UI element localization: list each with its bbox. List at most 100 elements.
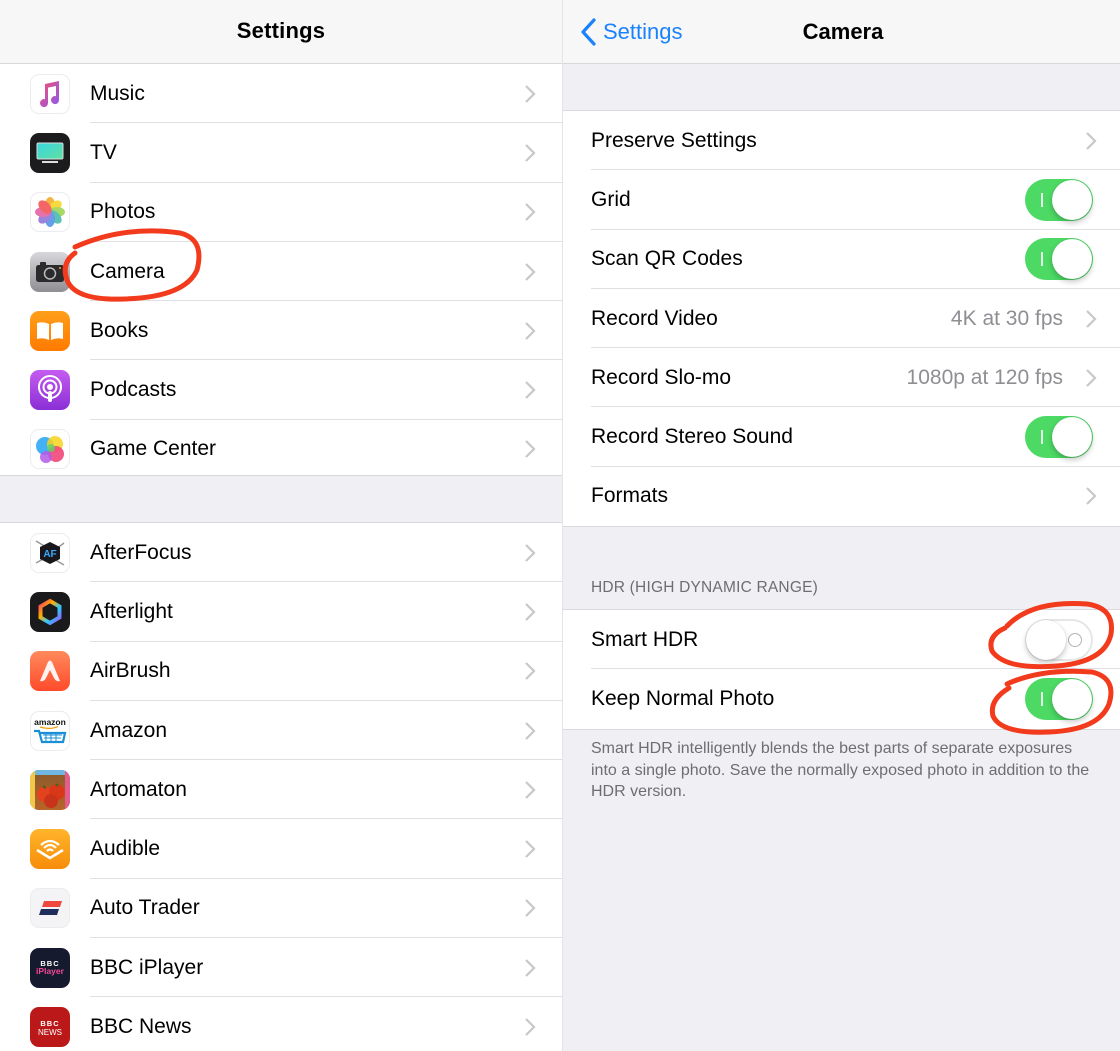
camera-options-group: Preserve Settings Grid Scan QR Codes Rec…: [563, 110, 1120, 528]
settings-row-camera[interactable]: Camera: [0, 242, 562, 302]
row-label: Formats: [591, 484, 669, 508]
settings-title: Settings: [236, 17, 326, 43]
tv-icon: [30, 132, 70, 173]
chevron-right-icon: [525, 203, 536, 222]
row-label: TV: [90, 140, 117, 164]
record-video-row[interactable]: Record Video 4K at 30 fps: [563, 289, 1120, 349]
chevron-right-icon: [525, 381, 536, 399]
row-label: Amazon: [90, 718, 168, 742]
record-stereo-sound-row: Record Stereo Sound: [563, 407, 1120, 467]
chevron-right-icon: [1086, 369, 1097, 387]
settings-row-amazon[interactable]: amazon Amazon: [0, 701, 562, 761]
settings-row-afterlight[interactable]: Afterlight: [0, 582, 562, 642]
row-label: Music: [90, 81, 145, 105]
settings-navbar: Settings: [0, 0, 562, 64]
bbc-news-icon: BBC NEWS: [30, 1007, 70, 1048]
svg-text:AF: AF: [43, 549, 56, 560]
settings-row-game-center[interactable]: Game Center: [0, 420, 562, 479]
svg-text:amazon: amazon: [34, 717, 66, 727]
toggle-on-mark: [1041, 691, 1043, 706]
row-label: Keep Normal Photo: [591, 686, 775, 710]
smart-hdr-row: Smart HDR: [563, 610, 1120, 670]
hdr-section-header: HDR (HIGH DYNAMIC RANGE): [591, 579, 818, 596]
settings-row-audible[interactable]: Audible: [0, 819, 562, 879]
row-label: Scan QR Codes: [591, 247, 743, 271]
row-label: Record Video: [591, 306, 718, 330]
camera-navbar: Settings Camera: [563, 0, 1120, 64]
toggle-knob: [1052, 417, 1092, 458]
music-icon: [30, 73, 70, 114]
chevron-right-icon: [525, 781, 536, 799]
toggle-on-mark: [1041, 430, 1043, 445]
toggle-off-mark: [1068, 632, 1082, 647]
grid-toggle[interactable]: [1025, 178, 1093, 221]
row-label: Record Stereo Sound: [591, 425, 793, 449]
hdr-options-group: Smart HDR Keep Normal Photo: [563, 609, 1120, 730]
chevron-right-icon: [525, 322, 536, 340]
toggle-on-mark: [1041, 252, 1043, 267]
row-label: Photos: [90, 200, 156, 224]
chevron-right-icon: [1086, 131, 1097, 150]
row-label: Camera: [90, 259, 165, 283]
camera-title-text: Camera: [802, 19, 884, 44]
row-label: Preserve Settings: [591, 128, 757, 152]
settings-row-airbrush[interactable]: AirBrush: [0, 642, 562, 701]
settings-row-tv[interactable]: TV: [0, 123, 562, 183]
hdr-footer-note: Smart HDR intelligently blends the best …: [591, 740, 1090, 800]
row-label: Smart HDR: [591, 627, 699, 651]
toggle-knob: [1052, 678, 1092, 719]
toggle-knob: [1052, 179, 1092, 220]
svg-text:NEWS: NEWS: [38, 1028, 62, 1037]
svg-text:iPlayer: iPlayer: [36, 966, 65, 976]
airbrush-icon: [30, 651, 70, 692]
row-label: Auto Trader: [90, 896, 200, 920]
row-label: Grid: [591, 187, 631, 211]
record-stereo-sound-toggle[interactable]: [1025, 416, 1093, 459]
row-label: Books: [90, 318, 149, 342]
bbc-iplayer-icon: BBC iPlayer: [30, 947, 70, 988]
settings-row-photos[interactable]: Photos: [0, 183, 562, 242]
settings-pane: Settings Music TV Photos Camera Books Po…: [0, 0, 562, 1051]
chevron-right-icon: [525, 662, 536, 681]
keep-normal-photo-toggle[interactable]: [1025, 677, 1093, 720]
camera-settings-pane: Settings Camera Preserve Settings Grid S…: [562, 0, 1120, 1051]
afterfocus-icon: AF: [30, 532, 70, 573]
settings-row-afterfocus[interactable]: AF AfterFocus: [0, 523, 562, 583]
chevron-right-icon: [525, 603, 536, 621]
row-label: BBC News: [90, 1015, 192, 1039]
camera-icon: [30, 251, 70, 292]
settings-row-books[interactable]: Books: [0, 301, 562, 361]
settings-row-artomaton[interactable]: Artomaton: [0, 760, 562, 820]
auto-trader-icon: [30, 888, 70, 929]
chevron-right-icon: [525, 262, 536, 281]
amazon-icon: amazon: [30, 710, 70, 751]
chevron-right-icon: [1086, 487, 1097, 506]
record-slo-mo-row[interactable]: Record Slo-mo 1080p at 120 fps: [563, 348, 1120, 408]
game-center-icon: [30, 429, 70, 470]
row-label: Podcasts: [90, 378, 177, 402]
row-label: BBC iPlayer: [90, 955, 204, 979]
preserve-settings-row[interactable]: Preserve Settings: [563, 111, 1120, 171]
row-label: AfterFocus: [90, 540, 192, 564]
chevron-right-icon: [525, 958, 536, 977]
settings-row-music[interactable]: Music: [0, 64, 562, 124]
keep-normal-photo-row: Keep Normal Photo: [563, 669, 1120, 728]
scan-qr-codes-row: Scan QR Codes: [563, 230, 1120, 289]
scan-qr-codes-toggle[interactable]: [1025, 238, 1093, 281]
chevron-right-icon: [525, 440, 536, 459]
formats-row[interactable]: Formats: [563, 467, 1120, 526]
chevron-right-icon: [525, 1018, 536, 1036]
chevron-right-icon: [1086, 309, 1097, 328]
settings-row-bbc-iplayer[interactable]: BBC iPlayer BBC iPlayer: [0, 938, 562, 998]
artomaton-icon: [30, 769, 70, 810]
settings-row-podcasts[interactable]: Podcasts: [0, 360, 562, 420]
row-label: AirBrush: [90, 659, 171, 683]
books-icon: [30, 310, 70, 351]
record-slo-mo-value: 1080p at 120 fps: [906, 365, 1063, 389]
photos-icon: [30, 192, 70, 233]
settings-row-bbc-news[interactable]: BBC NEWS BBC News: [0, 997, 562, 1051]
row-label: Artomaton: [90, 777, 187, 801]
smart-hdr-toggle[interactable]: [1025, 618, 1093, 661]
chevron-right-icon: [525, 543, 536, 562]
settings-row-auto-trader[interactable]: Auto Trader: [0, 879, 562, 939]
